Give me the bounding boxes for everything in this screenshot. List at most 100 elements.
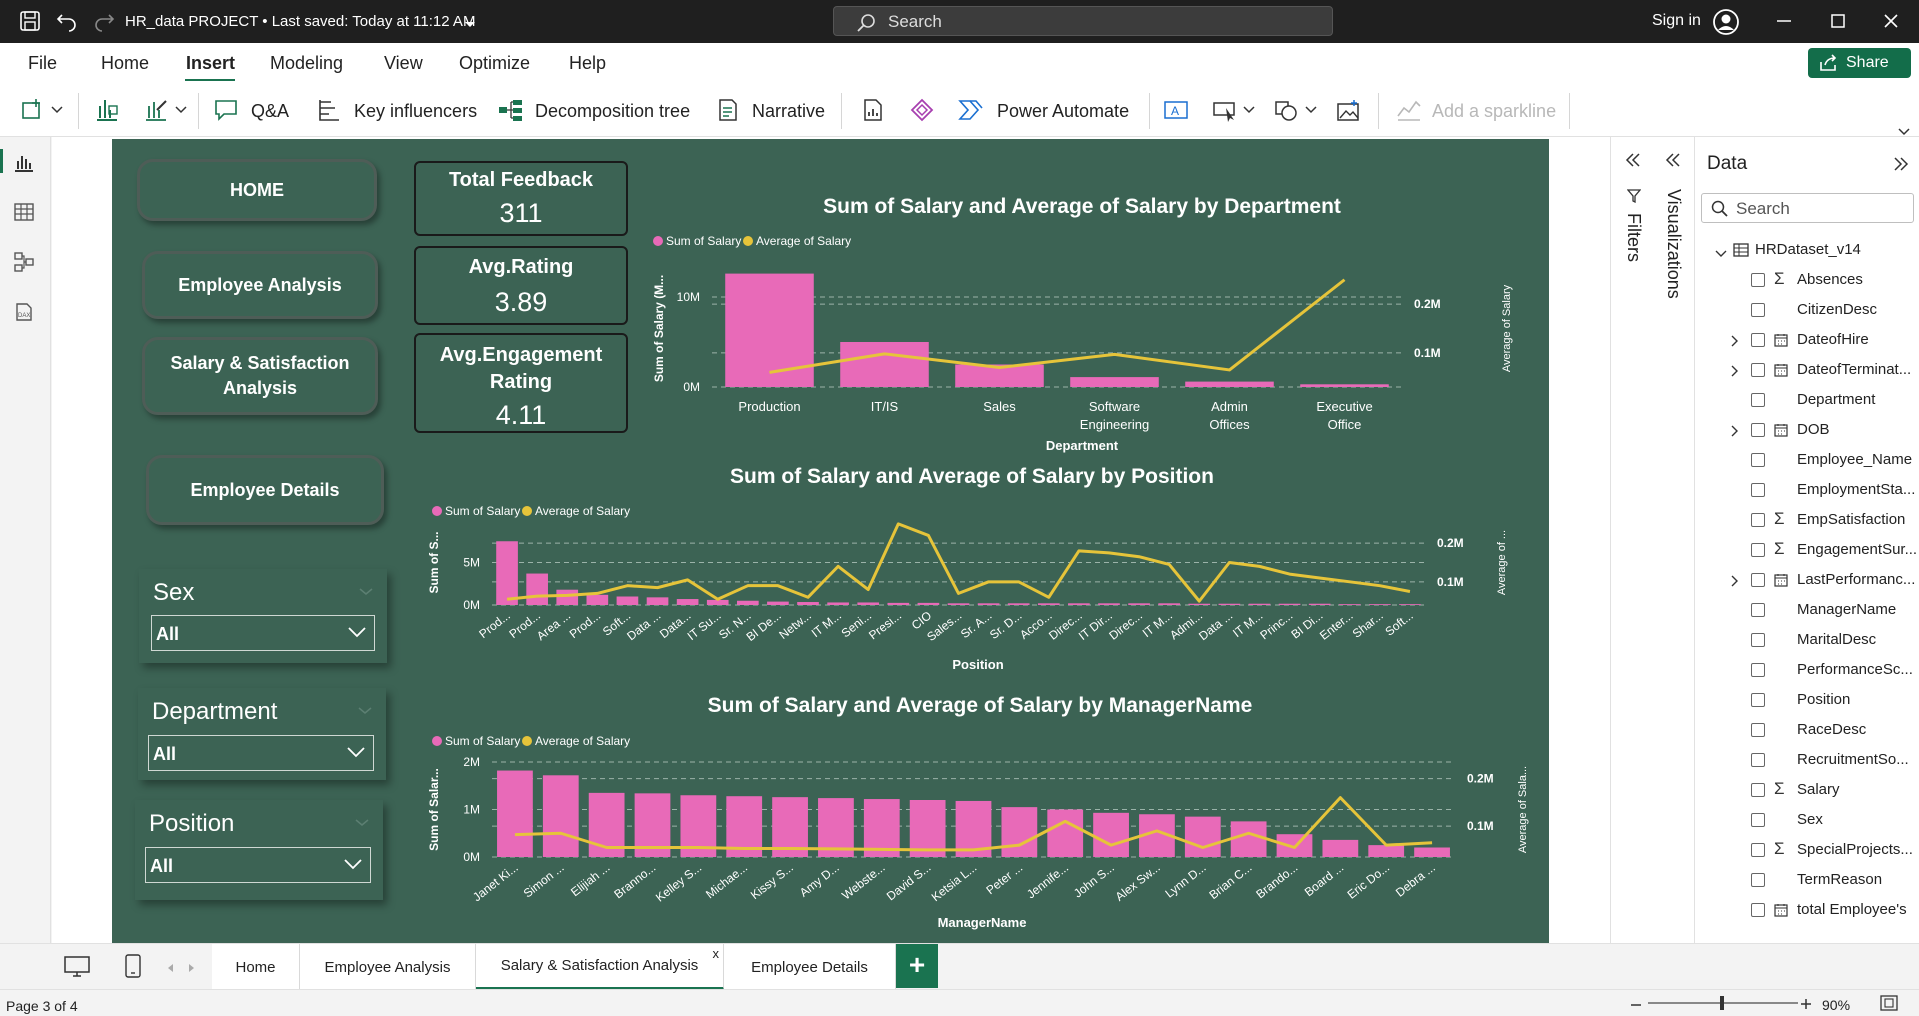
field-item[interactable]: Σ Salary bbox=[1695, 777, 1919, 805]
field-item[interactable]: DateofHire bbox=[1695, 327, 1919, 355]
menu-modeling[interactable]: Modeling bbox=[270, 53, 343, 74]
maximize-icon[interactable] bbox=[1830, 13, 1846, 33]
power-apps-icon[interactable] bbox=[910, 98, 934, 126]
scroll-left-icon[interactable] bbox=[166, 960, 174, 977]
field-checkbox[interactable] bbox=[1751, 873, 1765, 887]
key-influencers-icon[interactable] bbox=[317, 98, 341, 126]
employee-analysis-nav-button[interactable]: Employee Analysis bbox=[142, 251, 378, 319]
field-checkbox[interactable] bbox=[1751, 633, 1765, 647]
text-box-icon[interactable]: A bbox=[1163, 98, 1189, 126]
position-salary-chart[interactable]: Sum of Salary and Average of Salary by P… bbox=[420, 455, 1530, 675]
collapse-data-pane-icon[interactable] bbox=[1893, 157, 1909, 175]
chevron-down-icon[interactable] bbox=[359, 583, 373, 600]
chevron-down-icon[interactable] bbox=[1715, 245, 1727, 262]
add-page-button[interactable]: + bbox=[896, 944, 938, 988]
qa-icon[interactable] bbox=[214, 98, 238, 126]
field-item[interactable]: RaceDesc bbox=[1695, 717, 1919, 745]
salary-satisfaction-nav-button[interactable]: Salary & Satisfaction Analysis bbox=[142, 337, 378, 415]
decomposition-tree-icon[interactable] bbox=[498, 98, 524, 126]
field-checkbox[interactable] bbox=[1751, 333, 1765, 347]
field-checkbox[interactable] bbox=[1751, 303, 1765, 317]
mobile-layout-icon[interactable] bbox=[125, 954, 141, 982]
menu-view[interactable]: View bbox=[384, 53, 423, 74]
field-item[interactable]: DateofTerminat... bbox=[1695, 357, 1919, 385]
chevron-right-icon[interactable] bbox=[1731, 424, 1739, 441]
redo-icon[interactable] bbox=[92, 9, 118, 35]
title-search-input[interactable]: Search bbox=[833, 6, 1333, 36]
field-item[interactable]: TermReason bbox=[1695, 867, 1919, 895]
visualizations-pane-tab[interactable]: Visualizations bbox=[1663, 189, 1684, 299]
shapes-icon[interactable] bbox=[1274, 98, 1320, 126]
save-icon[interactable] bbox=[18, 9, 44, 35]
expand-visualizations-icon[interactable] bbox=[1665, 153, 1681, 171]
field-item[interactable]: PerformanceSc... bbox=[1695, 657, 1919, 685]
field-item[interactable]: DOB bbox=[1695, 417, 1919, 445]
field-item[interactable]: total Employee's bbox=[1695, 897, 1919, 925]
narrative-button[interactable]: Narrative bbox=[752, 101, 825, 122]
sex-dropdown[interactable]: All bbox=[151, 615, 375, 651]
menu-file[interactable]: File bbox=[28, 53, 57, 74]
new-visual-icon[interactable] bbox=[22, 98, 66, 124]
field-item[interactable]: Σ EngagementSur... bbox=[1695, 537, 1919, 565]
power-automate-button[interactable]: Power Automate bbox=[997, 101, 1129, 122]
tab-close-button[interactable]: x bbox=[713, 946, 720, 961]
key-influencers-button[interactable]: Key influencers bbox=[354, 101, 477, 122]
avatar-icon[interactable] bbox=[1712, 8, 1740, 40]
desktop-layout-icon[interactable] bbox=[64, 956, 90, 982]
zoom-slider-thumb[interactable] bbox=[1720, 996, 1724, 1010]
field-checkbox[interactable] bbox=[1751, 393, 1765, 407]
field-checkbox[interactable] bbox=[1751, 663, 1765, 677]
narrative-icon[interactable] bbox=[716, 98, 740, 126]
paginated-report-icon[interactable] bbox=[862, 98, 884, 126]
field-checkbox[interactable] bbox=[1751, 693, 1765, 707]
minimize-icon[interactable] bbox=[1776, 13, 1792, 33]
share-button[interactable]: Share bbox=[1808, 48, 1919, 78]
field-checkbox[interactable] bbox=[1751, 453, 1765, 467]
tab-employee-analysis[interactable]: Employee Analysis bbox=[300, 944, 476, 990]
data-search-input[interactable]: Search bbox=[1701, 193, 1914, 223]
field-item[interactable]: Σ EmpSatisfaction bbox=[1695, 507, 1919, 535]
close-icon[interactable] bbox=[1883, 13, 1899, 33]
field-checkbox[interactable] bbox=[1751, 753, 1765, 767]
chevron-right-icon[interactable] bbox=[1731, 364, 1739, 381]
field-checkbox[interactable] bbox=[1751, 813, 1765, 827]
field-item[interactable]: ManagerName bbox=[1695, 597, 1919, 625]
fit-to-page-icon[interactable] bbox=[1880, 995, 1898, 1015]
buttons-icon[interactable] bbox=[1212, 98, 1258, 128]
expand-filters-icon[interactable] bbox=[1625, 153, 1641, 171]
position-dropdown[interactable]: All bbox=[145, 847, 371, 883]
field-checkbox[interactable] bbox=[1751, 483, 1765, 497]
menu-help[interactable]: Help bbox=[569, 53, 606, 74]
custom-visual-icon[interactable] bbox=[144, 98, 188, 126]
field-checkbox[interactable] bbox=[1751, 513, 1765, 527]
field-checkbox[interactable] bbox=[1751, 273, 1765, 287]
field-item[interactable]: Employee_Name bbox=[1695, 447, 1919, 475]
dax-query-view-icon[interactable]: DAX bbox=[13, 301, 35, 327]
table-view-icon[interactable] bbox=[13, 201, 35, 227]
chevron-right-icon[interactable] bbox=[1731, 334, 1739, 351]
tab-home[interactable]: Home bbox=[212, 944, 300, 990]
field-item[interactable]: Σ SpecialProjects... bbox=[1695, 837, 1919, 865]
field-item[interactable]: Sex bbox=[1695, 807, 1919, 835]
field-checkbox[interactable] bbox=[1751, 423, 1765, 437]
field-item[interactable]: CitizenDesc bbox=[1695, 297, 1919, 325]
field-checkbox[interactable] bbox=[1751, 573, 1765, 587]
zoom-out-icon[interactable] bbox=[1630, 998, 1642, 1015]
chevron-down-icon[interactable] bbox=[355, 814, 369, 831]
menu-home[interactable]: Home bbox=[101, 53, 149, 74]
department-dropdown[interactable]: All bbox=[148, 735, 374, 771]
sign-in-link[interactable]: Sign in bbox=[1652, 12, 1701, 30]
report-view-icon[interactable] bbox=[13, 151, 35, 177]
dataset-node[interactable]: HRDataset_v14 bbox=[1695, 237, 1919, 265]
chevron-right-icon[interactable] bbox=[1731, 574, 1739, 591]
document-title[interactable]: HR_data PROJECT • Last saved: Today at 1… bbox=[125, 13, 475, 30]
scroll-right-icon[interactable] bbox=[188, 960, 196, 977]
menu-optimize[interactable]: Optimize bbox=[459, 53, 530, 74]
field-item[interactable]: EmploymentSta... bbox=[1695, 477, 1919, 505]
menu-insert[interactable]: Insert bbox=[186, 53, 235, 74]
field-checkbox[interactable] bbox=[1751, 903, 1765, 917]
field-item[interactable]: RecruitmentSo... bbox=[1695, 747, 1919, 775]
tab-employee-details[interactable]: Employee Details bbox=[724, 944, 896, 990]
tab-salary-satisfaction[interactable]: Salary & Satisfaction Analysis x bbox=[476, 944, 724, 990]
filters-pane-tab[interactable]: Filters bbox=[1623, 213, 1644, 262]
